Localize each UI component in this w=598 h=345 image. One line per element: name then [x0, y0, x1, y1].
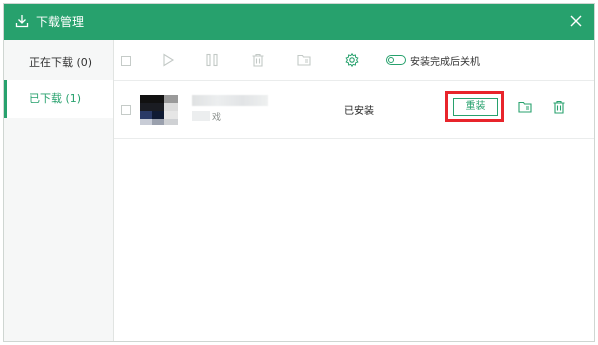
shutdown-after-install-toggle[interactable]: 安装完成后关机: [386, 52, 480, 68]
toggle-switch[interactable]: [386, 55, 406, 65]
status-text: 已安装: [344, 106, 374, 117]
gear-icon[interactable]: [344, 52, 360, 68]
row-checkbox[interactable]: [121, 105, 131, 115]
toggle-label: 安装完成后关机: [410, 56, 480, 68]
reinstall-button[interactable]: 重装: [453, 98, 498, 116]
trash-icon[interactable]: [250, 52, 266, 68]
app-subtitle: 戏: [212, 113, 222, 123]
window-title: 下载管理: [36, 15, 85, 29]
download-manager-window: 下载管理 正在下载 (0) 已下载 (1) 安装完成后关机 戏 已安装 重装: [3, 3, 595, 342]
open-folder-icon[interactable]: [517, 99, 533, 115]
app-subtitle-blurred: [192, 111, 210, 121]
app-thumbnail: [140, 95, 178, 131]
sidebar: 正在下载 (0) 已下载 (1): [4, 40, 114, 341]
sidebar-item-downloading[interactable]: 正在下载 (0): [4, 44, 113, 82]
select-all-checkbox[interactable]: [121, 56, 131, 66]
folder-icon[interactable]: [296, 52, 312, 68]
download-row: 戏 已安装 重装: [114, 81, 594, 139]
download-list-empty-area: [114, 139, 594, 341]
pause-icon[interactable]: [204, 52, 220, 68]
play-icon[interactable]: [160, 52, 176, 68]
close-icon[interactable]: [566, 11, 586, 31]
download-icon: [15, 15, 29, 28]
sidebar-item-downloaded[interactable]: 已下载 (1): [4, 80, 113, 118]
title-bar: 下载管理: [4, 4, 594, 40]
app-name-blurred: [192, 95, 268, 106]
delete-icon[interactable]: [551, 99, 567, 115]
toolbar: 安装完成后关机: [114, 40, 594, 81]
